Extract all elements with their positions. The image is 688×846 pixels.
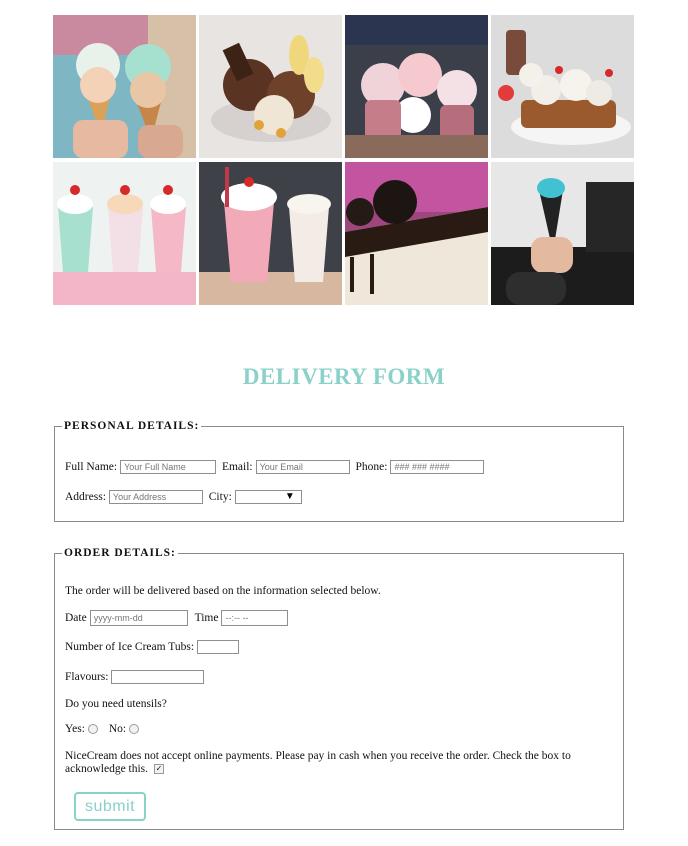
- tubs-input[interactable]: [197, 640, 240, 654]
- order-intro: The order will be delivered based on the…: [65, 585, 381, 597]
- time-input[interactable]: [221, 610, 289, 626]
- phone-label: Phone:: [355, 460, 388, 473]
- ice-cream-cups-photo: [345, 15, 488, 158]
- black-cone-photo: [491, 162, 634, 305]
- yes-label: Yes:: [65, 723, 85, 735]
- payment-note-block: NiceCream does not accept online payment…: [65, 750, 605, 776]
- ice-cream-cones-photo: [53, 15, 196, 158]
- personal-details-fieldset: PERSONAL DETAILS: Full Name: Email: Phon…: [54, 420, 624, 522]
- city-select[interactable]: ▼: [234, 490, 302, 504]
- milkshakes-photo: [53, 162, 196, 305]
- full-name-input[interactable]: [120, 460, 217, 474]
- address-input[interactable]: [108, 490, 203, 504]
- address-label: Address:: [65, 490, 106, 503]
- ice-cream-gallery: [53, 15, 634, 306]
- utensils-question: Do you need utensils?: [65, 698, 167, 710]
- time-label: Time: [194, 611, 219, 624]
- chevron-down-icon: ▼: [284, 491, 295, 502]
- phone-input[interactable]: [390, 460, 485, 474]
- city-label: City:: [208, 490, 232, 503]
- utensils-yes-radio[interactable]: [87, 724, 98, 735]
- order-details-legend: ORDER DETAILS:: [64, 547, 176, 559]
- address-city-row: Address: City: ▼: [65, 490, 302, 504]
- date-label: Date: [65, 611, 87, 624]
- no-label: No:: [108, 723, 127, 735]
- flavours-label: Flavours:: [65, 670, 109, 683]
- acknowledge-checkbox[interactable]: ✓: [153, 764, 164, 775]
- order-details-fieldset: ORDER DETAILS: The order will be deliver…: [54, 547, 624, 830]
- chocolate-sundae-photo: [199, 15, 342, 158]
- date-time-row: Date Time: [65, 610, 289, 626]
- utensils-no-radio[interactable]: [129, 724, 140, 735]
- tubs-row: Number of Ice Cream Tubs:: [65, 640, 240, 654]
- waffle-sundaes-photo: [491, 15, 634, 158]
- email-label: Email:: [221, 460, 253, 473]
- strawberry-milkshake-photo: [199, 162, 342, 305]
- oreo-ice-cream-cake-photo: [345, 162, 488, 305]
- flavours-row: Flavours:: [65, 670, 205, 684]
- flavours-input[interactable]: [111, 670, 205, 684]
- date-input[interactable]: [89, 610, 188, 626]
- page-title: DELIVERY FORM: [242, 364, 446, 389]
- email-input[interactable]: [255, 460, 350, 474]
- tubs-label: Number of Ice Cream Tubs:: [65, 640, 195, 653]
- payment-note: NiceCream does not accept online payment…: [65, 750, 571, 775]
- full-name-label: Full Name:: [65, 460, 118, 473]
- name-email-phone-row: Full Name: Email: Phone:: [65, 460, 485, 474]
- submit-button[interactable]: submit: [74, 792, 146, 821]
- personal-details-legend: PERSONAL DETAILS:: [64, 420, 200, 432]
- utensils-row: Yes: No:: [65, 723, 140, 735]
